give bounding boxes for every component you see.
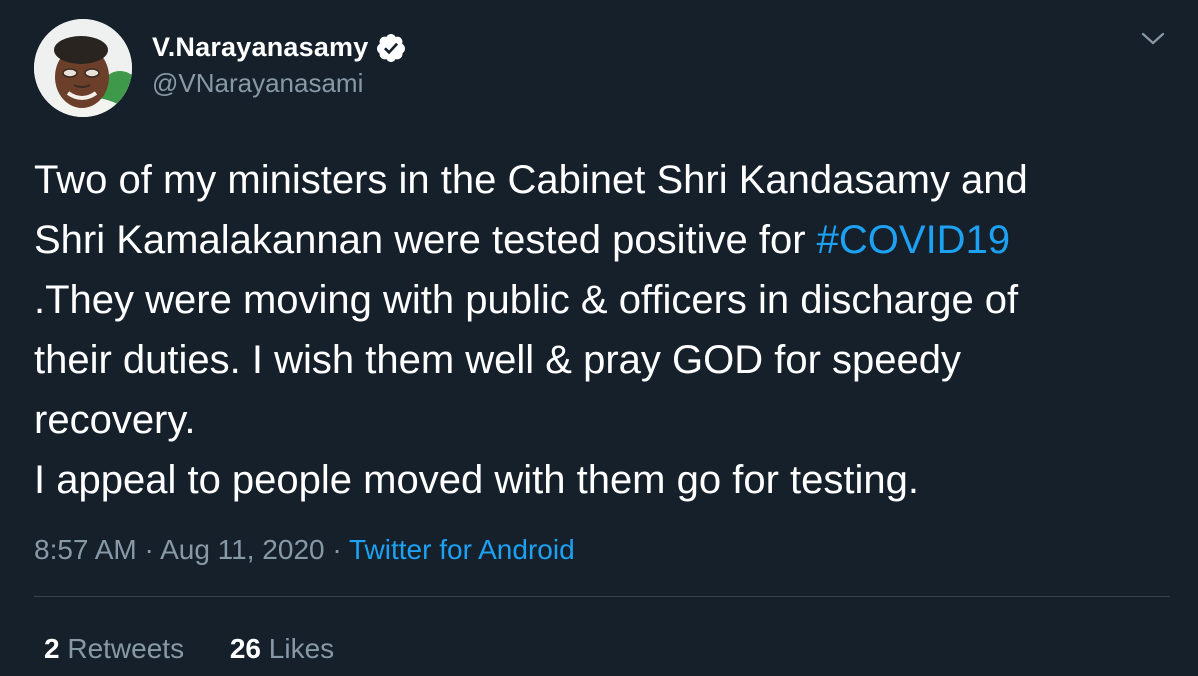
avatar[interactable] (34, 19, 132, 117)
avatar-image (34, 19, 132, 117)
tweet-meta: 8:57 AM · Aug 11, 2020 · Twitter for And… (34, 534, 1170, 566)
tweet-date[interactable]: Aug 11, 2020 (160, 534, 325, 565)
author-block: V.Narayanasamy @VNarayanasami (152, 32, 407, 99)
tweet-source-link[interactable]: Twitter for Android (349, 534, 575, 565)
likes-label: Likes (268, 633, 335, 664)
hashtag-link[interactable]: #COVID19 (817, 218, 1010, 262)
likes-count: 26 (229, 633, 262, 664)
tweet-stats: 2 Retweets 26 Likes (34, 633, 1170, 665)
tweet-time[interactable]: 8:57 AM (34, 534, 137, 565)
tweet-text-line: their duties. I wish them well & pray GO… (34, 338, 962, 382)
tweet-card: V.Narayanasamy @VNarayanasami Two of my … (0, 0, 1198, 676)
tweet-text-line: I appeal to people moved with them go fo… (34, 458, 919, 502)
tweet-header: V.Narayanasamy @VNarayanasami (34, 18, 1170, 118)
tweet-text: Two of my ministers in the Cabinet Shri … (34, 150, 1164, 510)
author-handle[interactable]: @VNarayanasami (152, 68, 407, 99)
retweets-stat[interactable]: 2 Retweets (44, 633, 184, 665)
retweets-count: 2 (44, 633, 60, 664)
chevron-down-icon[interactable] (1138, 24, 1168, 54)
divider (34, 596, 1170, 597)
tweet-text-line: Shri Kamalakannan were tested positive f… (34, 218, 1011, 262)
verified-badge-icon (375, 32, 407, 64)
likes-stat[interactable]: 26 Likes (230, 633, 334, 665)
meta-separator: · (144, 534, 154, 565)
meta-separator: · (332, 534, 342, 565)
tweet-text-line: recovery. (34, 398, 196, 442)
tweet-text-line: Two of my ministers in the Cabinet Shri … (34, 158, 1028, 202)
name-row: V.Narayanasamy (152, 32, 407, 64)
tweet-text-line: .They were moving with public & officers… (34, 278, 1019, 322)
author-display-name[interactable]: V.Narayanasamy (152, 32, 368, 63)
retweets-label: Retweets (67, 633, 185, 664)
